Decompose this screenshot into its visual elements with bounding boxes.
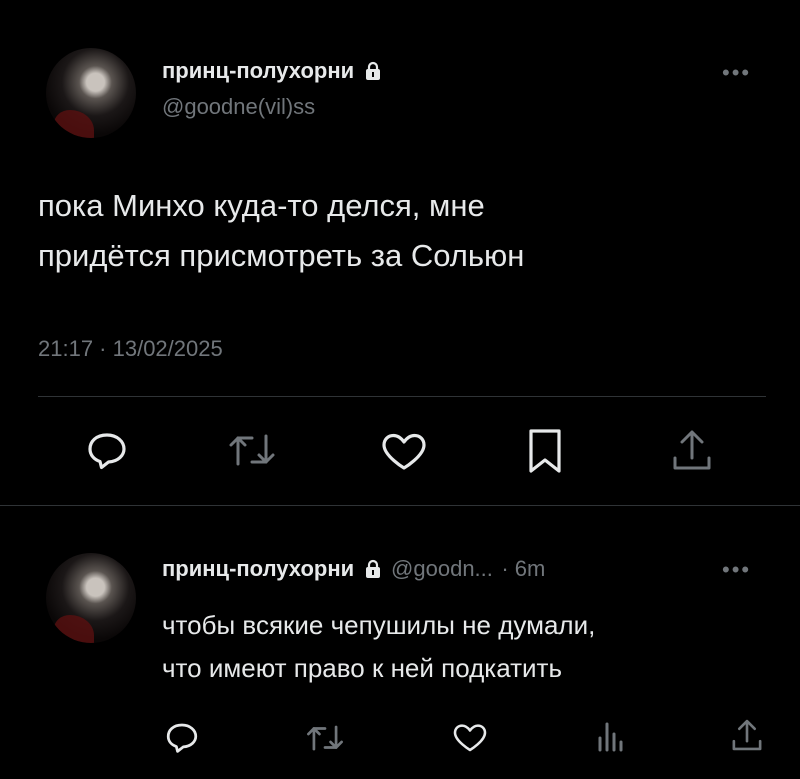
tweet-text: пока Минхо куда-то делся, мне придётся п… xyxy=(38,181,778,281)
author-name[interactable]: принц-полухорни xyxy=(162,58,354,83)
reply-time[interactable]: · 6m xyxy=(501,556,545,581)
reply-text-line: чтобы всякие чепушилы не думали, xyxy=(162,610,596,640)
reply-icon[interactable] xyxy=(165,722,199,754)
author-name[interactable]: принц-полухорни xyxy=(162,556,354,581)
author-handle[interactable]: @goodn... xyxy=(391,556,493,581)
avatar[interactable] xyxy=(46,48,136,138)
reply-icon[interactable] xyxy=(86,432,128,470)
reply-text: чтобы всякие чепушилы не думали, что име… xyxy=(162,604,782,690)
divider xyxy=(38,396,766,397)
bookmark-icon[interactable] xyxy=(526,428,564,474)
lock-icon xyxy=(365,559,381,584)
share-icon[interactable] xyxy=(730,718,764,752)
views-icon[interactable] xyxy=(596,720,624,752)
retweet-icon[interactable] xyxy=(306,722,344,754)
divider xyxy=(0,505,800,506)
share-icon[interactable] xyxy=(670,428,714,472)
more-options-button[interactable]: ••• xyxy=(722,60,751,86)
author-handle[interactable]: @goodne(vil)ss xyxy=(162,94,315,120)
retweet-icon[interactable] xyxy=(228,430,276,470)
tweet-text-line: пока Минхо куда-то делся, мне xyxy=(38,188,485,223)
tweet-text-line: придётся присмотреть за Сольюн xyxy=(38,238,525,273)
more-options-button[interactable]: ••• xyxy=(722,557,751,583)
reply-header: принц-полухорни @goodn... · 6m xyxy=(162,556,545,584)
like-icon[interactable] xyxy=(380,432,428,472)
lock-icon xyxy=(365,61,381,86)
tweet-timestamp[interactable]: 21:17 · 13/02/2025 xyxy=(38,336,223,362)
like-icon[interactable] xyxy=(452,723,488,753)
avatar[interactable] xyxy=(46,553,136,643)
reply-text-line: что имеют право к ней подкатить xyxy=(162,653,562,683)
author-header: принц-полухорни xyxy=(162,58,381,86)
